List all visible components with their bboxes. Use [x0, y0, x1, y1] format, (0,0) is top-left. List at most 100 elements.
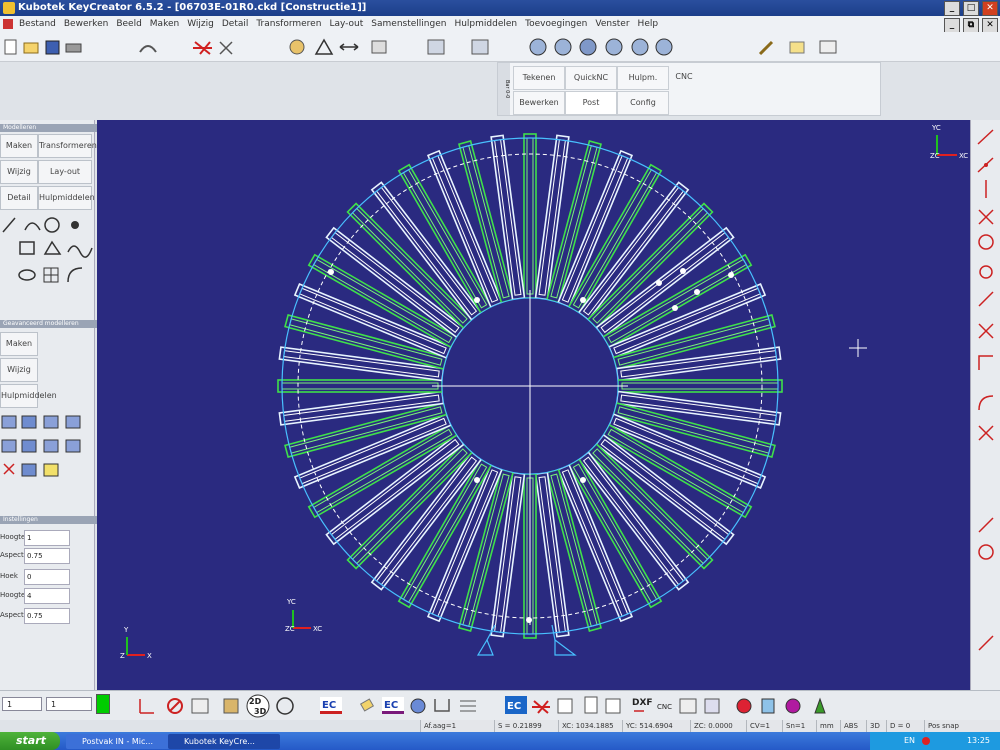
aspect2-input[interactable]: 0.75 — [24, 608, 70, 624]
color-swatch[interactable] — [96, 694, 110, 714]
corner-icon[interactable] — [978, 355, 993, 370]
linetype-dropdown[interactable]: 1 — [2, 697, 42, 711]
globe-icon[interactable] — [410, 698, 426, 714]
arc-tool-icon[interactable] — [24, 222, 41, 231]
gear-icon[interactable] — [704, 698, 720, 714]
lines-icon[interactable] — [460, 700, 476, 712]
hulpmiddelen-button[interactable]: Hulpmiddelen — [38, 186, 95, 210]
tangent-icon[interactable] — [979, 265, 993, 279]
menu-maken[interactable]: Maken — [146, 19, 183, 29]
hoek-input[interactable]: 0 — [24, 569, 70, 585]
taskbar-keycreator[interactable]: Kubotek KeyCre... — [168, 734, 280, 749]
open-file-icon[interactable] — [23, 42, 39, 54]
diagonal-icon[interactable] — [978, 291, 994, 307]
adv-hulpmiddelen-button[interactable]: Hulpmiddelen — [0, 384, 57, 408]
color-wheel-icon[interactable] — [736, 698, 752, 714]
slash-snap-icon[interactable] — [978, 635, 994, 651]
tab-cnc[interactable]: CNC — [669, 66, 699, 88]
spline-tool-icon[interactable] — [67, 245, 93, 258]
midpoint-icon[interactable] — [977, 157, 994, 173]
eraser-icon[interactable] — [359, 698, 375, 712]
drawing-canvas[interactable]: YC ZC XC YC ZC XC Y Z X — [97, 120, 970, 690]
save-icon[interactable] — [45, 40, 60, 55]
box-solid-icon[interactable] — [1, 415, 17, 429]
snap-icon[interactable] — [193, 41, 212, 55]
maken-button[interactable]: Maken — [0, 134, 38, 158]
aspect-input[interactable]: 0.75 — [24, 548, 70, 564]
solid-icon[interactable] — [655, 38, 673, 56]
maximize-button[interactable]: □ — [963, 1, 979, 16]
polygon-tool-icon[interactable] — [43, 240, 62, 255]
menu-beeld[interactable]: Beeld — [112, 19, 145, 29]
window-icon[interactable] — [819, 40, 837, 54]
fillet-icon[interactable] — [978, 395, 994, 411]
view-box-icon[interactable] — [191, 698, 209, 714]
hoogte-input[interactable]: 1 — [24, 530, 70, 546]
tab-quicknc[interactable]: QuickNC — [565, 66, 617, 90]
tray-icon[interactable] — [922, 737, 930, 745]
trim-icon[interactable] — [978, 425, 994, 441]
bin-icon[interactable] — [761, 698, 775, 714]
grid-tool-icon[interactable] — [43, 267, 59, 283]
stack-icon[interactable] — [223, 698, 239, 714]
boolean-solid-icon[interactable] — [21, 439, 37, 453]
pan-icon[interactable] — [471, 39, 489, 55]
plant-icon[interactable] — [814, 697, 826, 714]
cnc-icon[interactable]: CNC — [657, 703, 672, 711]
bracket-icon[interactable] — [434, 699, 450, 712]
arrow-both-icon[interactable] — [339, 43, 359, 51]
center-icon[interactable] — [978, 234, 994, 250]
start-button[interactable]: start — [0, 732, 60, 750]
menu-transformeren[interactable]: Transformeren — [252, 19, 325, 29]
box-icon[interactable] — [605, 698, 621, 714]
doc-close-button[interactable]: ✕ — [982, 18, 998, 33]
tab-post[interactable]: Post — [565, 91, 617, 115]
view-icon[interactable] — [529, 38, 547, 56]
chip-icon[interactable] — [679, 698, 697, 714]
rectangle-tool-icon[interactable] — [19, 241, 35, 255]
shade-icon[interactable] — [579, 38, 597, 56]
print-icon[interactable] — [65, 43, 82, 53]
menu-detail[interactable]: Detail — [218, 19, 253, 29]
menu-lay-out[interactable]: Lay-out — [325, 19, 367, 29]
pointer-solid-icon[interactable] — [3, 463, 15, 475]
adv-wijzig-button[interactable]: Wijzig — [0, 358, 38, 382]
pencil-icon[interactable] — [758, 40, 774, 56]
circle-snap-icon[interactable] — [978, 544, 994, 560]
linewidth-dropdown[interactable]: 1 — [46, 697, 92, 711]
shell-solid-icon[interactable] — [1, 439, 17, 453]
doc-restore-button[interactable]: ⧉ — [963, 18, 979, 33]
split-solid-icon[interactable] — [21, 463, 37, 477]
menu-hulpmiddelen[interactable]: Hulpmiddelen — [450, 19, 521, 29]
hoogte2-input[interactable]: 4 — [24, 588, 70, 604]
tab-tekenen[interactable]: Tekenen — [513, 66, 565, 90]
new-file-icon[interactable] — [4, 39, 17, 55]
line-tool-icon[interactable] — [2, 217, 16, 233]
spiral-icon[interactable] — [276, 697, 294, 715]
minimize-button[interactable]: _ — [944, 1, 960, 16]
circle-tool-icon[interactable] — [44, 217, 60, 233]
ellipse-tool-icon[interactable] — [18, 269, 36, 281]
ec-icon[interactable]: EC — [320, 697, 342, 714]
wijzig-button[interactable]: Wijzig — [0, 160, 38, 184]
transformeren-button[interactable]: Transformeren — [38, 134, 97, 158]
intersect-icon[interactable] — [978, 323, 994, 339]
tab-bewerken[interactable]: Bewerken — [513, 91, 565, 115]
taskbar-outlook[interactable]: Postvak IN - Mic... — [66, 734, 178, 749]
cross-icon[interactable] — [978, 209, 994, 225]
menu-samenstellingen[interactable]: Samenstellingen — [367, 19, 450, 29]
layer-icon[interactable] — [789, 41, 805, 54]
page-icon[interactable] — [584, 696, 598, 714]
menu-venster[interactable]: Venster — [591, 19, 633, 29]
close-button[interactable]: ✕ — [982, 1, 998, 16]
diag-snap-icon[interactable] — [978, 517, 994, 533]
line-snap-icon[interactable] — [977, 129, 994, 145]
list-icon[interactable] — [371, 40, 387, 54]
chamfer-solid-icon[interactable] — [43, 439, 59, 453]
cad-drawing[interactable]: YC ZC XC YC ZC XC Y Z X — [97, 120, 970, 690]
triangle-icon[interactable] — [314, 38, 334, 55]
doc-minimize-button[interactable]: _ — [944, 18, 960, 33]
wire-icon[interactable] — [631, 38, 649, 56]
menu-wijzig[interactable]: Wijzig — [183, 19, 218, 29]
draft-solid-icon[interactable] — [65, 439, 81, 453]
